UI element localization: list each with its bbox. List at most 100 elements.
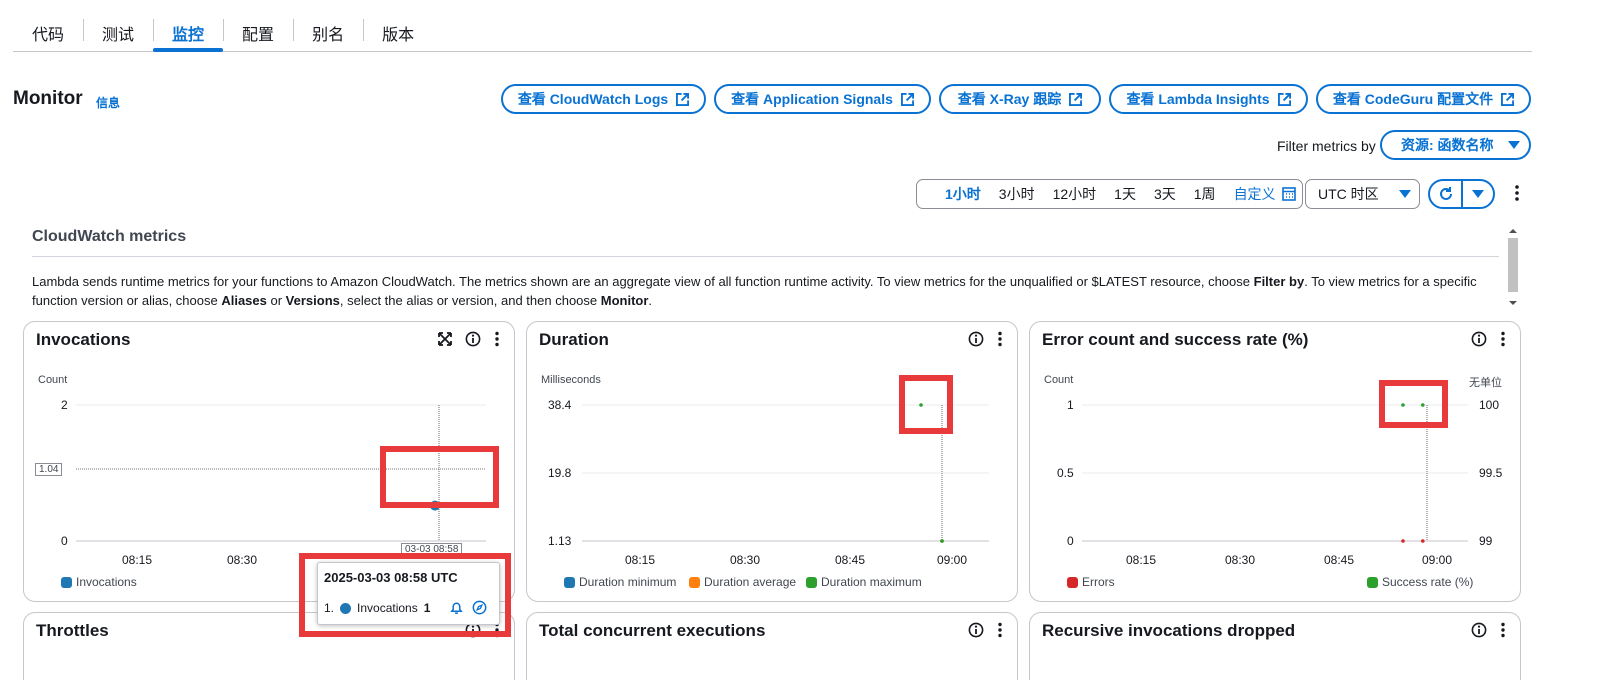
widget-title: Recursive invocations dropped [1042, 621, 1296, 640]
page-title: Monitor [13, 88, 83, 109]
duration-chart[interactable] [527, 322, 1017, 582]
tooltip-row: 1. Invocations 1 [324, 601, 430, 615]
refresh-button[interactable] [1430, 181, 1463, 207]
tab-configuration[interactable]: 配置 [223, 14, 293, 51]
data-point-invocations[interactable] [426, 503, 430, 508]
data-point-errors[interactable] [1421, 539, 1425, 543]
widget-actions [968, 622, 1004, 638]
data-point-errors[interactable] [1401, 539, 1405, 543]
data-point-success-rate[interactable] [1401, 403, 1405, 407]
tooltip-value: 1 [423, 601, 431, 615]
range-3d[interactable]: 3天 [1154, 184, 1176, 204]
range-1h[interactable]: 1小时 [945, 184, 981, 204]
data-point-invocations[interactable] [430, 500, 440, 511]
data-point-success-rate[interactable] [1421, 403, 1425, 407]
widget-title: Throttles [36, 621, 109, 640]
caret-down-icon [1472, 190, 1484, 198]
caret-down-icon [1398, 190, 1411, 198]
external-link-icon [1069, 92, 1083, 106]
legend-item-duration-maximum[interactable]: Duration maximum [806, 575, 922, 589]
view-xray-traces-button[interactable]: 查看 X-Ray 跟踪 [939, 84, 1101, 114]
duration-widget: Duration Milliseconds 38.4 19.8 1.13 08:… [526, 321, 1018, 602]
tab-bar: 代码 测试 监控 配置 别名 版本 [13, 14, 1532, 52]
range-3h[interactable]: 3小时 [999, 184, 1035, 204]
button-label: 查看 CloudWatch Logs [517, 91, 669, 107]
button-label: 查看 X-Ray 跟踪 [957, 91, 1062, 107]
more-options-icon[interactable] [996, 622, 1004, 638]
tab-test[interactable]: 测试 [83, 14, 153, 51]
legend-swatch [689, 576, 700, 588]
chart-tooltip: 2025-03-03 08:58 UTC 1. Invocations 1 [317, 562, 500, 625]
info-link[interactable]: 信息 [96, 94, 120, 111]
view-codeguru-profile-button[interactable]: 查看 CodeGuru 配置文件 [1316, 84, 1531, 114]
legend-swatch [806, 576, 817, 588]
invocations-widget: Invocations Count 2 0 1.04 08:15 08:30 0… [23, 321, 515, 602]
cloudwatch-metrics-heading: CloudWatch metrics [32, 228, 187, 245]
refresh-icon [1439, 187, 1452, 200]
compass-icon[interactable] [472, 600, 487, 615]
legend-swatch [1067, 576, 1078, 588]
tab-monitor[interactable]: 监控 [153, 14, 224, 52]
scroll-up-icon[interactable] [1506, 226, 1520, 236]
tooltip-index: 1. [324, 601, 335, 615]
range-1d[interactable]: 1天 [1114, 184, 1136, 204]
filter-metrics-select[interactable]: 资源: 函数名称 [1380, 130, 1531, 160]
range-1w[interactable]: 1周 [1194, 184, 1216, 204]
data-point-invocations[interactable] [412, 503, 416, 508]
button-label: 查看 Lambda Insights [1126, 91, 1270, 107]
tooltip-title: 2025-03-03 08:58 UTC [324, 570, 458, 585]
info-icon[interactable] [1471, 622, 1487, 638]
more-options-icon[interactable] [1513, 184, 1521, 202]
error-count-chart[interactable] [1030, 322, 1520, 582]
legend-swatch [1367, 576, 1378, 588]
filter-label: Filter metrics by [1277, 138, 1376, 154]
legend-item-duration-average[interactable]: Duration average [689, 575, 796, 589]
view-application-signals-button[interactable]: 查看 Application Signals [714, 84, 931, 114]
widget-actions [1471, 622, 1507, 638]
button-label: 查看 Application Signals [731, 91, 893, 107]
tab-aliases[interactable]: 别名 [293, 14, 363, 51]
legend-item-duration-minimum[interactable]: Duration minimum [564, 575, 676, 589]
range-custom[interactable]: 自定义 [1234, 184, 1276, 204]
divider [32, 256, 1499, 257]
range-12h[interactable]: 12小时 [1053, 184, 1097, 204]
description-scrollbar[interactable] [1506, 226, 1520, 308]
tab-code[interactable]: 代码 [13, 14, 83, 51]
refresh-button-group [1428, 179, 1495, 209]
view-cloudwatch-logs-button[interactable]: 查看 CloudWatch Logs [501, 84, 706, 114]
refresh-options-dropdown[interactable] [1463, 181, 1493, 207]
data-point-duration-maximum[interactable] [919, 403, 923, 407]
invocations-chart[interactable] [24, 322, 514, 582]
external-link-icon [1501, 92, 1515, 106]
widget-title: Total concurrent executions [539, 621, 766, 640]
tab-versions[interactable]: 版本 [363, 14, 433, 51]
timezone-select[interactable]: UTC 时区 [1305, 179, 1420, 209]
external-link-icon [676, 92, 690, 106]
external-link-icon [900, 92, 914, 106]
concurrent-executions-widget: Total concurrent executions [526, 612, 1018, 680]
external-link-icon [1277, 92, 1291, 106]
scroll-down-icon[interactable] [1506, 298, 1520, 308]
cloudwatch-description: Lambda sends runtime metrics for your fu… [32, 274, 1477, 308]
time-range-selector: 1小时 3小时 12小时 1天 3天 1周 自定义 [916, 179, 1303, 209]
filter-value: 资源: 函数名称 [1401, 137, 1494, 153]
view-lambda-insights-button[interactable]: 查看 Lambda Insights [1109, 84, 1308, 114]
legend-item-success-rate[interactable]: Success rate (%) [1367, 575, 1473, 589]
calendar-icon[interactable] [1281, 187, 1296, 201]
button-label: 查看 CodeGuru 配置文件 [1332, 91, 1494, 107]
caret-down-icon [1507, 141, 1520, 149]
legend-swatch [61, 576, 72, 588]
data-point-duration-maximum[interactable] [940, 539, 944, 543]
recursive-invocations-widget: Recursive invocations dropped [1029, 612, 1521, 680]
error-count-widget: Error count and success rate (%) Count 无… [1029, 321, 1521, 602]
scrollbar-thumb[interactable] [1508, 238, 1518, 292]
info-icon[interactable] [968, 622, 984, 638]
legend-item-errors[interactable]: Errors [1067, 575, 1115, 589]
timezone-value: UTC 时区 [1318, 186, 1379, 202]
more-options-icon[interactable] [1499, 622, 1507, 638]
tooltip-actions [449, 600, 487, 615]
tooltip-swatch [340, 602, 352, 614]
bell-icon[interactable] [449, 600, 464, 615]
tooltip-series: Invocations [357, 601, 418, 615]
legend-item-invocations[interactable]: Invocations [61, 575, 137, 589]
